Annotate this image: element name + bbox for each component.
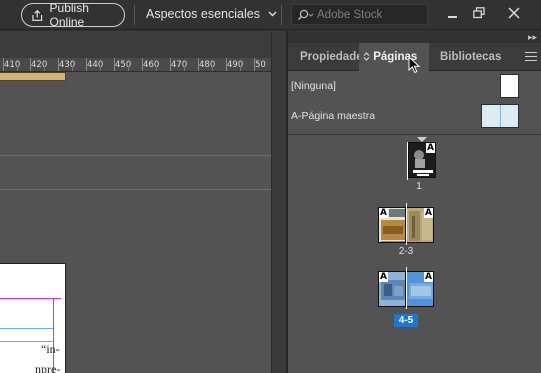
pages-panel: ▸▸ Propiedades Páginas Bibliotecas [Ning… — [288, 31, 541, 373]
master-label: A-Página maestra — [291, 110, 376, 122]
page-thumbnail[interactable]: A — [378, 271, 406, 307]
sort-arrows-icon — [363, 52, 370, 62]
close-button[interactable] — [504, 3, 524, 23]
guide-line — [0, 189, 271, 190]
master-letter: A — [424, 272, 433, 282]
panel-section-divider[interactable] — [288, 134, 541, 135]
share-icon — [32, 9, 43, 21]
spread-2-3[interactable]: A A 2-3 — [288, 203, 541, 267]
restore-button[interactable] — [469, 3, 489, 23]
close-icon — [508, 7, 520, 19]
search-icon — [298, 9, 313, 20]
page-number-label: 2-3 — [398, 246, 414, 257]
margin-guide — [0, 298, 61, 299]
master-letter: A — [379, 208, 388, 218]
page-thumbnail[interactable]: A — [406, 271, 434, 307]
tab-properties[interactable]: Propiedades — [300, 43, 362, 71]
ruler-tick — [128, 66, 129, 71]
master-letter: A — [426, 143, 435, 153]
ruler-tick — [240, 66, 241, 71]
master-item-a[interactable]: A-Página maestra — [288, 101, 541, 131]
tab-libraries[interactable]: Bibliotecas — [440, 43, 510, 71]
spread-spine — [406, 267, 407, 309]
toolbar-separator — [134, 5, 135, 25]
restore-icon — [473, 7, 485, 19]
ruler-tick — [17, 66, 18, 71]
ruler-tick — [184, 66, 185, 71]
document-canvas[interactable]: 410 420 430 440 450 460 470 480 490 50 “… — [0, 31, 271, 373]
master-thumbnail — [500, 74, 519, 98]
spread-4-5[interactable]: A A 4-5 — [288, 267, 541, 331]
vertical-scrollbar[interactable] — [272, 31, 286, 373]
ruler-tick — [156, 66, 157, 71]
tab-strip — [0, 31, 271, 58]
horizontal-ruler[interactable]: 410 420 430 440 450 460 470 480 490 50 — [0, 58, 271, 72]
panel-menu-button[interactable] — [525, 52, 537, 62]
page-thumbnail[interactable]: A — [406, 207, 434, 243]
page-number-label: 4-5 — [394, 314, 418, 327]
stock-search-input[interactable] — [317, 8, 412, 21]
column-guide — [0, 328, 53, 329]
panel-header-strip: ▸▸ — [288, 31, 541, 43]
publish-online-button[interactable]: Publish Online — [21, 1, 125, 29]
master-label: [Ninguna] — [291, 80, 336, 92]
master-letter: A — [424, 208, 433, 218]
ruler-tick — [44, 66, 45, 71]
page-thumbnail[interactable]: A — [378, 207, 406, 243]
spread-1[interactable]: A 1 — [288, 137, 541, 197]
page-thumbnail[interactable]: A — [408, 142, 436, 178]
publish-online-label: Publish Online — [49, 1, 89, 29]
ruler-label: 50 — [255, 60, 266, 70]
ruler-tick — [72, 66, 73, 71]
master-letter: A — [379, 272, 388, 282]
guide-line — [0, 155, 271, 156]
tab-ruler-marker[interactable] — [0, 72, 66, 81]
ruler-tick — [100, 66, 101, 71]
collapse-panels-icon[interactable]: ▸▸ — [528, 32, 537, 43]
application-bar: Publish Online Aspectos esenciales — [0, 0, 541, 30]
spread-spine — [407, 142, 408, 180]
chevron-down-icon — [268, 11, 277, 17]
ruler-tick — [212, 66, 213, 71]
minimize-button[interactable] — [442, 3, 462, 23]
spread-spine — [406, 203, 407, 245]
page-text-line: “in- — [41, 342, 60, 356]
page-number-label: 1 — [416, 181, 422, 192]
minimize-icon — [447, 15, 457, 18]
master-item-none[interactable]: [Ninguna] — [288, 71, 541, 101]
master-thumbnail — [481, 104, 519, 128]
workspace-label: Aspectos esenciales — [146, 7, 260, 21]
page-text-line: npre- — [35, 362, 61, 373]
panel-tabbar: Propiedades Páginas Bibliotecas — [288, 43, 541, 74]
toolbar-separator — [281, 5, 282, 25]
workspace-switcher[interactable]: Aspectos esenciales — [146, 7, 277, 21]
document-page[interactable]: “in- npre- — [0, 263, 66, 373]
stock-search-box[interactable] — [291, 4, 428, 25]
